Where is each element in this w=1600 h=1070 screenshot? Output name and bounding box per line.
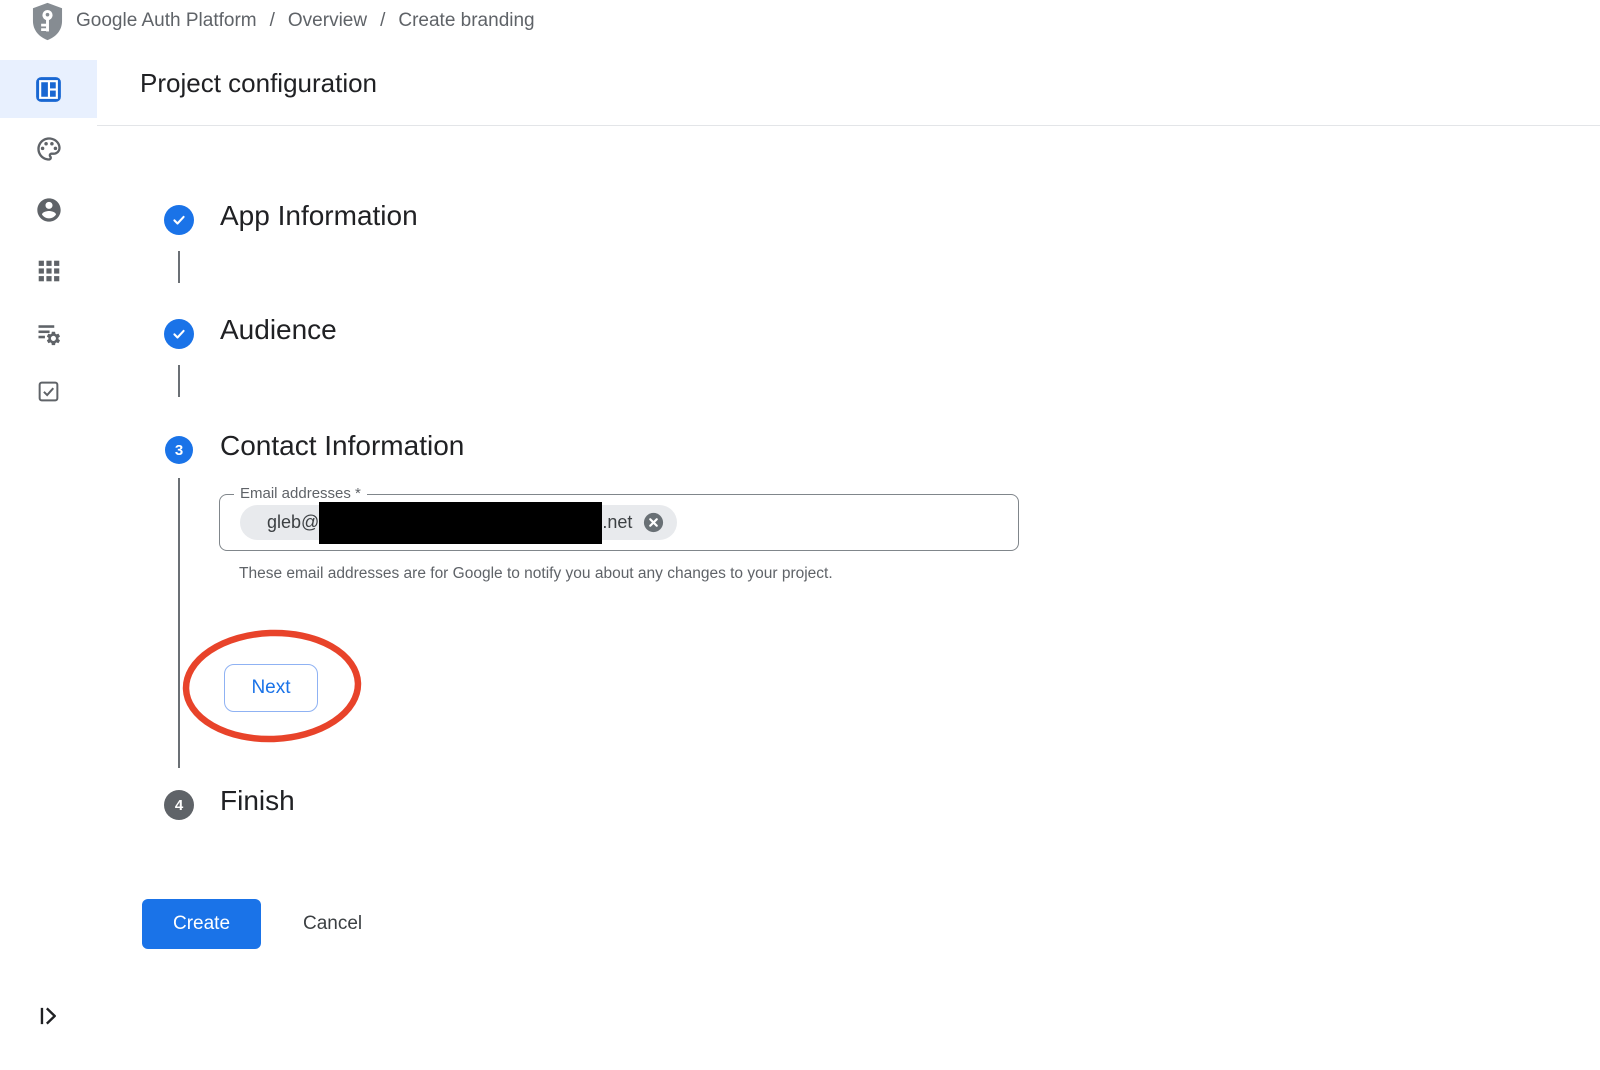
email-chip-prefix: gleb@ [267, 512, 319, 533]
breadcrumb-item-create-branding: Create branding [398, 10, 534, 32]
google-auth-platform-page: Google Auth Platform / Overview / Create… [0, 0, 1600, 1070]
breadcrumb: Google Auth Platform / Overview / Create… [76, 10, 535, 32]
step-3-number-badge: 3 [165, 436, 193, 464]
email-addresses-input[interactable]: gleb@ .net [219, 494, 1019, 551]
chip-remove-x-icon [642, 511, 665, 534]
page-title: Project configuration [140, 68, 377, 99]
breadcrumb-item-overview[interactable]: Overview [288, 10, 367, 32]
sidebar-item-overview[interactable] [0, 60, 97, 118]
sidebar-item-verification[interactable] [0, 362, 97, 420]
step-2-label: Audience [220, 314, 337, 346]
email-chip: gleb@ .net [240, 505, 677, 540]
step-connector [178, 365, 180, 397]
step-3-number: 3 [175, 442, 183, 459]
step-1-completed-check-icon [164, 205, 194, 235]
sidebar-item-clients[interactable] [0, 242, 97, 300]
title-divider [97, 125, 1600, 126]
breadcrumb-separator: / [380, 10, 385, 32]
audience-person-icon [35, 196, 63, 224]
expand-panel-icon [36, 1003, 62, 1029]
create-button[interactable]: Create [142, 899, 261, 949]
sidebar-item-audience[interactable] [0, 181, 97, 239]
shield-key-icon [29, 1, 66, 41]
step-2-completed-check-icon [164, 319, 194, 349]
cancel-button[interactable]: Cancel [293, 899, 372, 949]
email-field-label: Email addresses * [234, 485, 367, 502]
step-4-number-badge: 4 [164, 790, 194, 820]
next-button[interactable]: Next [224, 664, 318, 712]
email-chip-suffix: .net [602, 512, 632, 533]
step-1-label: App Information [220, 200, 418, 232]
breadcrumb-bar: Google Auth Platform / Overview / Create… [0, 0, 1600, 43]
email-helper-text: These email addresses are for Google to … [239, 560, 949, 587]
chip-remove-button[interactable] [642, 511, 665, 534]
dashboard-icon [35, 76, 62, 103]
main-content: Project configuration App Information Au… [97, 42, 1600, 1070]
sidebar-item-data-access[interactable] [0, 305, 97, 363]
breadcrumb-item-google-auth-platform[interactable]: Google Auth Platform [76, 10, 257, 32]
redacted-email-domain [319, 502, 602, 544]
breadcrumb-separator: / [270, 10, 275, 32]
step-4-number: 4 [175, 797, 183, 814]
verification-checkbox-icon [36, 379, 61, 404]
sidebar-item-branding[interactable] [0, 120, 97, 178]
step-connector [178, 251, 180, 283]
clients-grid-icon [36, 258, 62, 284]
branding-palette-icon [35, 135, 63, 163]
step-4-label: Finish [220, 785, 295, 817]
step-connector [178, 478, 180, 768]
step-3-label: Contact Information [220, 430, 464, 462]
data-access-icon [35, 320, 63, 348]
left-nav-sidebar [0, 42, 98, 1070]
sidebar-collapse-toggle[interactable] [0, 996, 97, 1036]
